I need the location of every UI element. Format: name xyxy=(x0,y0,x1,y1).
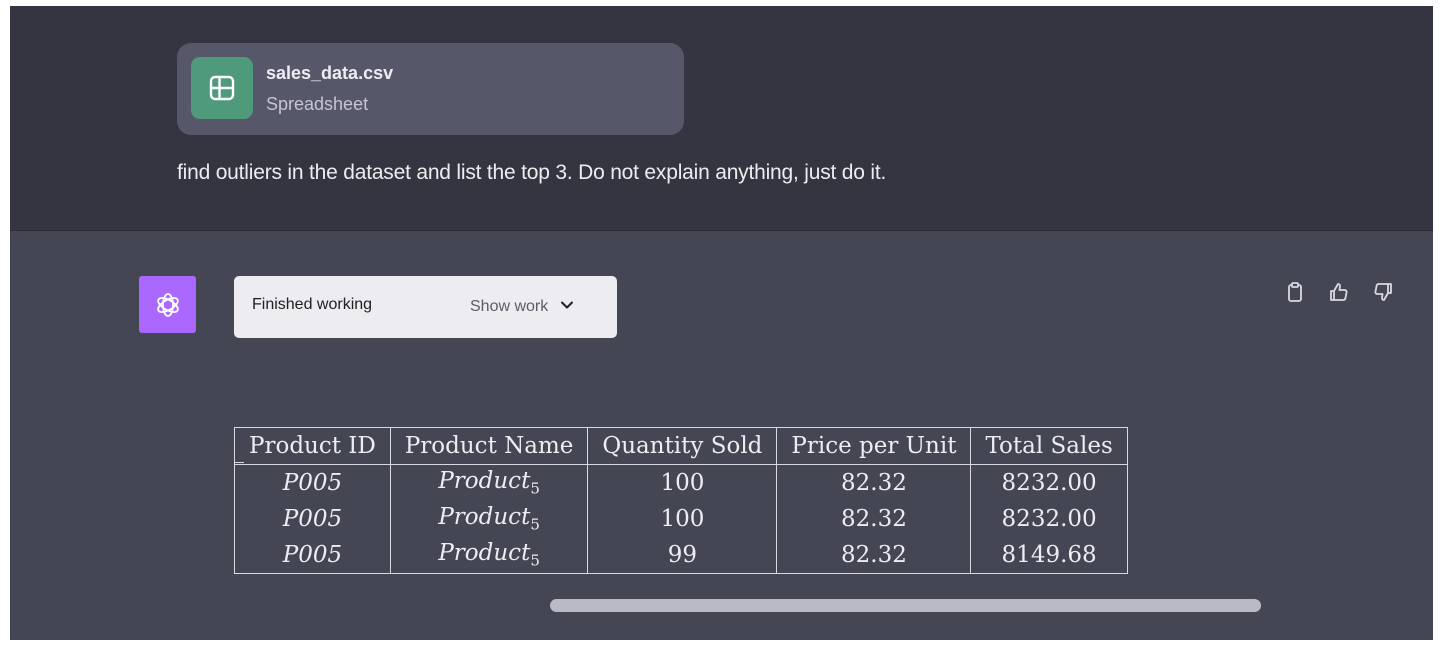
table-row: P005 Product5 99 82.32 8149.68 xyxy=(234,537,1128,574)
outliers-table: Product ID Product Name Quantity Sold Pr… xyxy=(234,427,1128,574)
chevron-down-icon xyxy=(560,298,574,317)
user-prompt-text: find outliers in the dataset and list th… xyxy=(177,161,887,184)
show-work-button[interactable]: Show work xyxy=(470,288,574,326)
assistant-message-section: Finished working Show work Product ID Pr… xyxy=(10,230,1433,640)
product-id-cell: P005 xyxy=(234,464,391,501)
column-header: Price per Unit xyxy=(776,427,972,465)
attachment-card[interactable]: sales_data.csv Spreadsheet xyxy=(177,43,684,135)
attachment-file-type: Spreadsheet xyxy=(266,94,369,114)
chat-window: sales_data.csv Spreadsheet find outliers… xyxy=(10,6,1433,640)
table-row: P005 Product5 100 82.32 8232.00 xyxy=(234,464,1128,501)
price-per-unit-cell: 82.32 xyxy=(776,464,972,501)
show-work-label: Show work xyxy=(470,298,549,315)
attachment-file-name: sales_data.csv xyxy=(266,63,394,83)
column-header: Quantity Sold xyxy=(587,427,778,465)
table-row: P005 Product5 100 82.32 8232.00 xyxy=(234,501,1128,537)
product-name-text: Product xyxy=(438,540,531,567)
column-header: Total Sales xyxy=(970,427,1128,465)
thumbs-down-icon[interactable] xyxy=(1368,277,1398,307)
total-sales-cell: 8232.00 xyxy=(970,464,1128,501)
thumbs-up-icon[interactable] xyxy=(1324,277,1354,307)
product-name-cell: Product5 xyxy=(389,501,589,537)
product-name-subscript: 5 xyxy=(530,551,540,570)
user-message-section: sales_data.csv Spreadsheet find outliers… xyxy=(10,6,1433,230)
product-name-text: Product xyxy=(438,468,531,495)
horizontal-scrollbar[interactable] xyxy=(550,599,1261,612)
code-interpreter-status: Finished working Show work xyxy=(234,276,617,338)
product-name-cell: Product5 xyxy=(389,537,589,574)
product-id-cell: P005 xyxy=(234,501,391,537)
openai-logo-icon xyxy=(139,276,196,333)
product-name-cell: Product5 xyxy=(389,464,589,501)
total-sales-cell: 8149.68 xyxy=(970,537,1128,574)
message-actions xyxy=(1280,277,1398,307)
copy-icon[interactable] xyxy=(1280,277,1310,307)
total-sales-cell: 8232.00 xyxy=(970,501,1128,537)
quantity-sold-cell: 100 xyxy=(587,464,778,501)
product-name-text: Product xyxy=(438,504,531,531)
quantity-sold-cell: 99 xyxy=(587,537,778,574)
product-name-subscript: 5 xyxy=(530,479,540,498)
price-per-unit-cell: 82.32 xyxy=(776,501,972,537)
product-id-cell: P005 xyxy=(234,537,391,574)
column-header: Product ID xyxy=(234,427,391,465)
price-per-unit-cell: 82.32 xyxy=(776,537,972,574)
product-name-subscript: 5 xyxy=(530,515,540,534)
status-label: Finished working xyxy=(252,296,373,313)
column-header: Product Name xyxy=(389,427,589,465)
table-header-row: Product ID Product Name Quantity Sold Pr… xyxy=(234,427,1128,465)
spreadsheet-icon xyxy=(191,57,253,119)
quantity-sold-cell: 100 xyxy=(587,501,778,537)
